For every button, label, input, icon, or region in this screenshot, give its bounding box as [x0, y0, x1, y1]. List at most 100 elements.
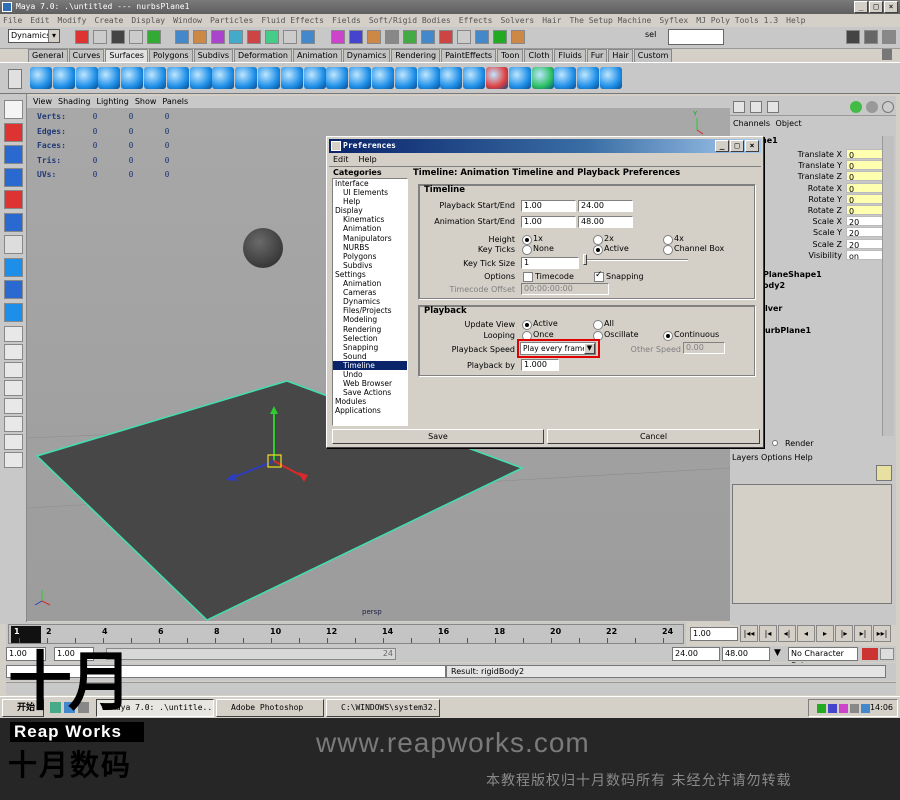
layout-icon[interactable] — [750, 101, 762, 113]
current-frame-field[interactable]: 1.00 — [690, 627, 738, 641]
playback-button[interactable]: |◂◂ — [740, 625, 758, 642]
shelf-surface-tool-icon[interactable] — [486, 67, 508, 89]
shelf-surface-tool-icon[interactable] — [98, 67, 121, 89]
shelf-surface-tool-icon[interactable] — [212, 67, 235, 89]
category-item[interactable]: Kinematics — [333, 215, 407, 224]
status-tool-icon[interactable] — [93, 30, 107, 44]
status-tool-icon[interactable] — [493, 30, 507, 44]
layout-preset-icon[interactable] — [4, 326, 23, 342]
status-tool-icon[interactable] — [367, 30, 381, 44]
menu-effects[interactable]: Effects — [459, 14, 493, 27]
playback-button[interactable]: ▸ — [816, 625, 834, 642]
save-button[interactable]: Save — [332, 429, 544, 444]
category-item[interactable]: Polygons — [333, 252, 407, 261]
toolbox-tool-icon[interactable] — [4, 190, 23, 209]
shelf-surface-tool-icon[interactable] — [303, 67, 326, 89]
shelf-surface-tool-icon[interactable] — [144, 67, 166, 89]
status-tool-icon[interactable] — [193, 30, 207, 44]
animation-end-input[interactable]: 48.00 — [578, 216, 633, 228]
status-tool-icon[interactable] — [211, 30, 225, 44]
status-tool-icon[interactable] — [111, 30, 125, 44]
status-tool-icon[interactable] — [75, 30, 89, 44]
range-slider-bar[interactable]: 24 — [106, 648, 396, 660]
shelf-surface-tool-icon[interactable] — [326, 67, 349, 89]
menu-hair[interactable]: Hair — [542, 14, 561, 27]
menu-fluid-effects[interactable]: Fluid Effects — [261, 14, 324, 27]
toolbox-tool-icon[interactable] — [4, 100, 23, 119]
update-all-radio[interactable]: All — [593, 319, 614, 330]
playback-button[interactable]: ▸▸| — [873, 625, 891, 642]
shelf-surface-tool-icon[interactable] — [75, 67, 98, 89]
key-tick-size-input[interactable]: 1 — [521, 257, 579, 269]
status-tool-icon[interactable] — [457, 30, 471, 44]
layout-preset-icon[interactable] — [4, 434, 23, 450]
status-tool-icon[interactable] — [175, 30, 189, 44]
shelf-surface-tool-icon[interactable] — [121, 67, 144, 89]
cancel-button[interactable]: Cancel — [547, 429, 760, 444]
layout-preset-icon[interactable] — [4, 416, 23, 432]
toolbox-tool-icon[interactable] — [4, 167, 23, 187]
shelf-surface-tool-icon[interactable] — [235, 67, 258, 89]
status-tool-icon[interactable] — [331, 30, 345, 44]
status-tool-icon[interactable] — [403, 30, 417, 44]
shelf-tab-subdivs[interactable]: Subdivs — [193, 49, 234, 62]
shelf-tab-curves[interactable]: Curves — [68, 49, 105, 62]
key-ticks-channel-box-radio[interactable]: Channel Box — [663, 244, 724, 255]
menu-create[interactable]: Create — [94, 14, 123, 27]
menu-window[interactable]: Window — [173, 14, 202, 27]
category-item[interactable]: Applications — [333, 406, 407, 415]
category-item[interactable]: Dynamics — [333, 297, 407, 306]
shelf-tab-general[interactable]: General — [28, 49, 68, 62]
menu-the-setup-machine[interactable]: The Setup Machine — [569, 14, 651, 27]
shelf-surface-tool-icon[interactable] — [394, 67, 417, 89]
viewport-menu-view[interactable]: View — [33, 96, 52, 108]
viewport-menu-show[interactable]: Show — [135, 96, 157, 108]
category-item[interactable]: Modeling — [333, 315, 407, 324]
toolbox-tool-icon[interactable] — [4, 302, 23, 322]
menu-syflex[interactable]: Syflex — [659, 14, 688, 27]
minimize-button[interactable]: _ — [715, 140, 729, 152]
toolbox-tool-icon[interactable] — [4, 235, 23, 254]
shelf-tab-dynamics[interactable]: Dynamics — [342, 49, 391, 62]
category-item[interactable]: Web Browser — [333, 379, 407, 388]
playback-button[interactable]: |◂ — [759, 625, 777, 642]
shelf-surface-tool-icon[interactable] — [577, 67, 600, 89]
shelf-tab-rendering[interactable]: Rendering — [391, 49, 441, 62]
shelf-surface-tool-icon[interactable] — [463, 67, 486, 89]
category-item[interactable]: Files/Projects — [333, 306, 407, 315]
auto-key-icon[interactable] — [862, 648, 878, 660]
snapping-checkbox[interactable]: Snapping — [594, 270, 644, 282]
character-set-field[interactable]: No Character Set — [788, 647, 858, 670]
task-photoshop[interactable]: Adobe Photoshop — [216, 699, 324, 717]
playback-button[interactable]: ◂| — [778, 625, 796, 642]
category-item[interactable]: Snapping — [333, 343, 407, 352]
menu-edit[interactable]: Edit — [333, 154, 349, 166]
shelf-surface-tool-icon[interactable] — [508, 67, 531, 89]
shelf-menu-button[interactable] — [8, 69, 22, 89]
toolbox-tool-icon[interactable] — [4, 145, 23, 164]
layout-preset-icon[interactable] — [4, 380, 23, 396]
channel-box-menu[interactable]: Channels Object — [730, 118, 896, 130]
sphere-object[interactable] — [243, 228, 283, 268]
viewport-menu-shading[interactable]: Shading — [58, 96, 91, 108]
chevron-down-icon[interactable]: ▼ — [774, 648, 781, 658]
shelf-surface-tool-icon[interactable] — [600, 67, 622, 89]
menu-help[interactable]: Help — [786, 14, 805, 27]
status-tool-icon[interactable] — [229, 30, 243, 44]
category-item[interactable]: Rendering — [333, 325, 407, 334]
status-tool-icon[interactable] — [385, 30, 399, 44]
tray-icon[interactable] — [839, 704, 848, 713]
shelf-tab-fluids[interactable]: Fluids — [554, 49, 586, 62]
selection-field-input[interactable] — [668, 29, 724, 45]
category-item[interactable]: Settings — [333, 270, 407, 279]
channel-box-scrollbar[interactable] — [882, 136, 894, 436]
menu-display[interactable]: Display — [131, 14, 165, 27]
status-tool-icon[interactable] — [475, 30, 489, 44]
maximize-button[interactable]: □ — [730, 140, 744, 152]
shelf-tab-animation[interactable]: Animation — [292, 49, 342, 62]
layout-preset-icon[interactable] — [4, 362, 23, 378]
categories-list[interactable]: Interface UI Elements Help Display Kinematic… — [332, 178, 408, 426]
status-tool-icon[interactable] — [129, 30, 143, 44]
category-item[interactable]: Display — [333, 206, 407, 215]
status-tool-icon[interactable] — [349, 30, 363, 44]
